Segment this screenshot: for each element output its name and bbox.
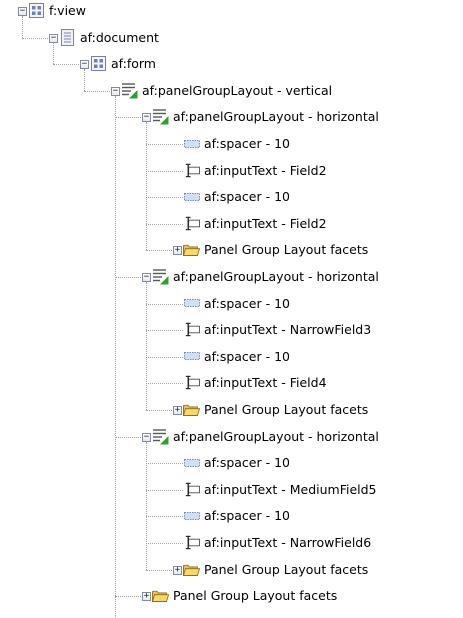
panel-group-layout-icon <box>152 268 169 285</box>
folder-icon <box>183 401 200 418</box>
document-icon <box>59 28 76 46</box>
collapse-toggle-icon[interactable]: − <box>142 432 151 442</box>
collapse-toggle-icon[interactable]: − <box>49 33 58 43</box>
collapse-toggle-icon[interactable]: − <box>142 273 151 282</box>
tree-node-label: af:inputText - NarrowField6 <box>204 535 372 550</box>
input-text-icon <box>183 481 200 498</box>
tree-node[interactable]: af:spacer - 10 <box>0 503 463 529</box>
tree-node[interactable]: − af:panelGroupLayout - horizontal <box>0 264 463 290</box>
tree-node-label: af:inputText - Field2 <box>204 162 327 178</box>
spacer-icon <box>183 348 200 365</box>
tree-node-label: Panel Group Layout facets <box>204 242 369 258</box>
tree-node[interactable]: − f:view <box>0 0 463 24</box>
panel-group-layout-icon <box>152 108 169 125</box>
tree-node-label: af:inputText - Field4 <box>204 375 327 391</box>
tree-node-label: af:inputText - MediumField5 <box>204 481 377 497</box>
tree-node-label: af:panelGroupLayout - horizontal <box>173 428 379 444</box>
tree-node-label: af:spacer - 10 <box>204 295 290 311</box>
tree-node[interactable]: af:spacer - 10 <box>0 344 463 370</box>
tree-node-label: f:view <box>49 3 86 18</box>
folder-icon <box>183 241 200 258</box>
input-text-icon <box>183 215 200 232</box>
tree-node-label: af:spacer - 10 <box>204 348 290 364</box>
tree-node-label: Panel Group Layout facets <box>173 588 338 604</box>
tree-node-label: af:panelGroupLayout - horizontal <box>173 109 379 125</box>
tree-node-label: af:spacer - 10 <box>204 508 290 524</box>
expand-toggle-icon[interactable]: + <box>173 406 182 415</box>
tree-node-label: af:document <box>80 29 159 45</box>
tree-node[interactable]: af:inputText - Field2 <box>0 158 463 184</box>
spacer-icon <box>183 188 200 205</box>
tree-node[interactable]: af:spacer - 10 <box>0 450 463 476</box>
tree-node[interactable]: − af:form <box>0 51 463 77</box>
panel-group-layout-icon <box>121 82 138 99</box>
tree-node-label: Panel Group Layout facets <box>204 402 369 417</box>
spacer-icon <box>183 135 200 152</box>
tree-node[interactable]: + Panel Group Layout facets <box>0 397 463 423</box>
tree-node[interactable]: − af:panelGroupLayout - vertical <box>0 78 463 104</box>
tree-node[interactable]: − af:panelGroupLayout - horizontal <box>0 104 463 130</box>
tree-node-label: af:spacer - 10 <box>204 136 290 151</box>
tree-node[interactable]: af:spacer - 10 <box>0 184 463 210</box>
spacer-icon <box>183 507 200 524</box>
folder-icon <box>152 587 169 604</box>
tree-node-label: af:spacer - 10 <box>204 189 290 205</box>
tree-node[interactable]: af:inputText - Field2 <box>0 211 463 237</box>
tree-node[interactable]: af:spacer - 10 <box>0 131 463 157</box>
collapse-toggle-icon[interactable]: − <box>18 7 27 16</box>
tree-node[interactable]: af:inputText - NarrowField6 <box>0 530 463 556</box>
tree-node[interactable]: − af:document <box>0 25 463 51</box>
input-text-icon <box>183 321 200 338</box>
expand-toggle-icon[interactable]: + <box>173 565 182 575</box>
folder-icon <box>183 561 200 578</box>
spacer-icon <box>183 295 200 312</box>
collapse-toggle-icon[interactable]: − <box>142 113 151 123</box>
expand-toggle-icon[interactable]: + <box>142 592 151 602</box>
panel-group-layout-icon <box>152 428 169 445</box>
input-text-icon <box>183 534 200 551</box>
collapse-toggle-icon[interactable]: − <box>80 60 89 70</box>
tree-node[interactable]: + Panel Group Layout facets <box>0 237 463 263</box>
tree-node[interactable]: + Panel Group Layout facets <box>0 583 463 609</box>
tree-node-label: af:inputText - NarrowField3 <box>204 322 372 338</box>
collapse-toggle-icon[interactable]: − <box>111 86 120 96</box>
tree-node[interactable]: af:spacer - 10 <box>0 291 463 317</box>
tree-node-label: Panel Group Layout facets <box>204 561 369 577</box>
tree-node[interactable]: af:inputText - NarrowField3 <box>0 317 463 343</box>
tree-node[interactable]: af:inputText - Field4 <box>0 370 463 396</box>
tree-node-label: af:panelGroupLayout - vertical <box>142 82 333 98</box>
view-icon <box>28 2 45 19</box>
tree-node-label: af:inputText - Field2 <box>204 215 327 231</box>
expand-toggle-icon[interactable]: + <box>173 246 182 256</box>
tree-node-label: af:spacer - 10 <box>204 455 290 471</box>
tree-node[interactable]: − af:panelGroupLayout - horizontal <box>0 424 463 450</box>
input-text-icon <box>183 374 200 391</box>
tree-node-label: af:panelGroupLayout - horizontal <box>173 269 379 284</box>
tree-node[interactable]: af:inputText - MediumField5 <box>0 477 463 503</box>
input-text-icon <box>183 162 200 179</box>
tree-node[interactable]: + Panel Group Layout facets <box>0 557 463 583</box>
structure-tree: − f:view − af:document − af:form − af:panelGrou… <box>0 0 463 618</box>
form-icon <box>90 55 107 72</box>
tree-node-label: af:form <box>111 56 156 72</box>
spacer-icon <box>183 454 200 471</box>
